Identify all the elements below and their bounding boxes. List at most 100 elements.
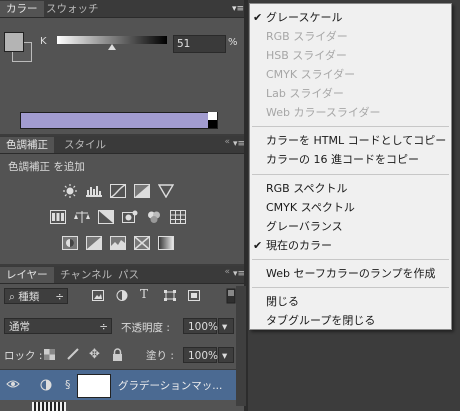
tab-color[interactable]: カラー: [0, 1, 44, 17]
filter-adjustment-icon[interactable]: [116, 290, 128, 301]
fill-label: 塗り :: [146, 350, 174, 362]
k-slider-track[interactable]: [57, 36, 167, 44]
layers-scrollbar[interactable]: [236, 286, 246, 406]
tab-swatches[interactable]: スウォッチ: [40, 1, 105, 17]
mask-link-icon[interactable]: §: [65, 378, 73, 392]
menu-separator: [252, 126, 449, 127]
k-slider-thumb[interactable]: [108, 44, 116, 50]
adjustments-title: 色調補正 を追加: [8, 161, 85, 173]
lock-all-icon[interactable]: [112, 348, 123, 361]
threshold-icon[interactable]: [110, 236, 126, 250]
menu-item-copy-html-code[interactable]: カラーを HTML コードとしてコピー: [250, 132, 451, 150]
vibrance-icon[interactable]: [157, 184, 175, 199]
fill-input[interactable]: 100%: [183, 347, 218, 363]
menu-item-close[interactable]: 閉じる: [250, 293, 451, 311]
adjustments-panel-tabbar: 色調補正 スタイル « ▾≡: [0, 136, 248, 154]
menu-item-web-color-sliders: Web カラースライダー: [266, 106, 381, 119]
opacity-label: 不透明度 :: [121, 322, 170, 334]
brightness-contrast-icon[interactable]: [62, 184, 78, 198]
invert-icon[interactable]: [62, 236, 78, 250]
menu-item-make-web-safe-ramp[interactable]: Web セーフカラーのランプを作成: [250, 265, 451, 283]
adjustment-layer-icon: [40, 379, 52, 391]
menu-item-lab-sliders: Lab スライダー: [266, 87, 344, 100]
foreground-color-swatch[interactable]: [4, 32, 24, 52]
chevron-down-icon: ▾: [222, 350, 228, 362]
menu-item-close-tab-group[interactable]: タブグループを閉じる: [250, 312, 451, 330]
lock-transparent-icon[interactable]: [44, 349, 55, 360]
color-panel: カラー スウォッチ K 51 %: [0, 0, 248, 134]
panel-menu-icon[interactable]: ▾≡: [233, 139, 245, 149]
lock-label: ロック :: [4, 350, 43, 362]
search-icon: ⌕: [9, 291, 19, 303]
panel-menu-icon[interactable]: ▾≡: [233, 269, 245, 279]
lock-image-brush-icon[interactable]: [66, 348, 79, 361]
selective-color-icon[interactable]: [134, 236, 150, 250]
ramp-white-swatch[interactable]: [208, 112, 217, 120]
exposure-icon[interactable]: [134, 184, 150, 198]
menu-item-grayscale[interactable]: ✔ グレースケール: [250, 9, 451, 27]
hue-saturation-icon[interactable]: [50, 210, 66, 224]
menu-item-cmyk-sliders: CMYK スライダー: [266, 68, 356, 81]
tab-adjustments[interactable]: 色調補正: [0, 137, 54, 153]
menu-item-gray-balance[interactable]: グレーバランス: [250, 218, 451, 236]
color-ramp[interactable]: [20, 112, 218, 129]
ramp-black-swatch[interactable]: [208, 120, 217, 128]
gradient-map-icon[interactable]: [158, 236, 174, 250]
opacity-dropdown-button[interactable]: ▾: [218, 318, 234, 334]
channel-mixer-icon[interactable]: [146, 210, 162, 223]
menu-item-cmyk-spectrum[interactable]: CMYK スペクトル: [250, 199, 451, 217]
tab-paths[interactable]: パス: [112, 267, 145, 283]
black-white-icon[interactable]: [98, 210, 114, 224]
adjustments-panel: 色調補正 スタイル « ▾≡ 色調補正 を追加: [0, 136, 248, 264]
menu-item-current-colors[interactable]: ✔ 現在のカラー: [250, 237, 451, 255]
filter-toggle-icon[interactable]: [226, 288, 236, 304]
layers-panel-tabbar: レイヤー チャンネル パス « ▾≡: [0, 266, 248, 284]
filter-shape-icon[interactable]: [164, 290, 176, 301]
color-panel-menu-icon[interactable]: ▾≡: [232, 4, 246, 14]
menu-separator: [252, 174, 449, 175]
layer-row-gradient-map[interactable]: § グラデーションマッ...: [0, 370, 248, 400]
color-panel-tabbar: カラー スウォッチ: [0, 0, 248, 18]
tab-styles[interactable]: スタイル: [58, 137, 112, 153]
layer-mask-thumbnail[interactable]: [77, 374, 111, 398]
lock-position-move-icon[interactable]: ✥: [89, 348, 102, 361]
filter-type-icon[interactable]: T: [140, 288, 152, 301]
fill-dropdown-button[interactable]: ▾: [218, 347, 234, 363]
layers-panel: レイヤー チャンネル パス « ▾≡ ⌕ 種類 ÷ T 通常 ÷ 不透明度 : 10…: [0, 266, 248, 411]
menu-separator: [252, 259, 449, 260]
checkmark-icon: ✔: [253, 11, 263, 24]
filter-pixel-icon[interactable]: [92, 290, 104, 301]
layer-filter-kind[interactable]: ⌕ 種類 ÷: [4, 288, 68, 304]
collapse-icon[interactable]: «: [224, 137, 230, 147]
tab-channels[interactable]: チャンネル: [54, 267, 118, 283]
k-value-input[interactable]: 51: [173, 35, 226, 53]
visibility-eye-icon[interactable]: [6, 379, 20, 389]
color-panel-flyout-menu: ✔ グレースケール RGB スライダー HSB スライダー CMYK スライダー…: [249, 3, 452, 330]
photo-filter-icon[interactable]: [122, 210, 138, 223]
menu-separator: [252, 287, 449, 288]
stepper-icon: ÷: [99, 321, 108, 333]
next-layer-thumbnail[interactable]: [32, 402, 66, 411]
collapse-icon[interactable]: «: [224, 267, 230, 277]
posterize-icon[interactable]: [86, 236, 102, 250]
filter-smart-object-icon[interactable]: [188, 290, 200, 301]
checkmark-icon: ✔: [253, 239, 263, 252]
stepper-icon: ÷: [55, 291, 64, 303]
tab-layers[interactable]: レイヤー: [0, 267, 54, 283]
menu-item-rgb-spectrum[interactable]: RGB スペクトル: [250, 180, 451, 198]
menu-item-copy-hex-code[interactable]: カラーの 16 進コードをコピー: [250, 151, 451, 169]
color-balance-icon[interactable]: [74, 210, 90, 223]
levels-icon[interactable]: [86, 184, 102, 197]
layer-name[interactable]: グラデーションマッ...: [118, 378, 222, 393]
menu-item-rgb-sliders: RGB スライダー: [266, 30, 348, 43]
opacity-input[interactable]: 100%: [183, 318, 218, 334]
filter-kind-value: 種類: [18, 291, 40, 303]
blend-mode-select[interactable]: 通常 ÷: [4, 318, 112, 334]
color-lookup-icon[interactable]: [170, 210, 186, 224]
k-slider-label: K: [40, 36, 47, 47]
menu-item-hsb-sliders: HSB スライダー: [266, 49, 347, 62]
chevron-down-icon: ▾: [222, 321, 228, 333]
blend-mode-value: 通常: [9, 321, 30, 333]
curves-icon[interactable]: [110, 184, 126, 198]
k-unit-label: %: [228, 37, 238, 48]
